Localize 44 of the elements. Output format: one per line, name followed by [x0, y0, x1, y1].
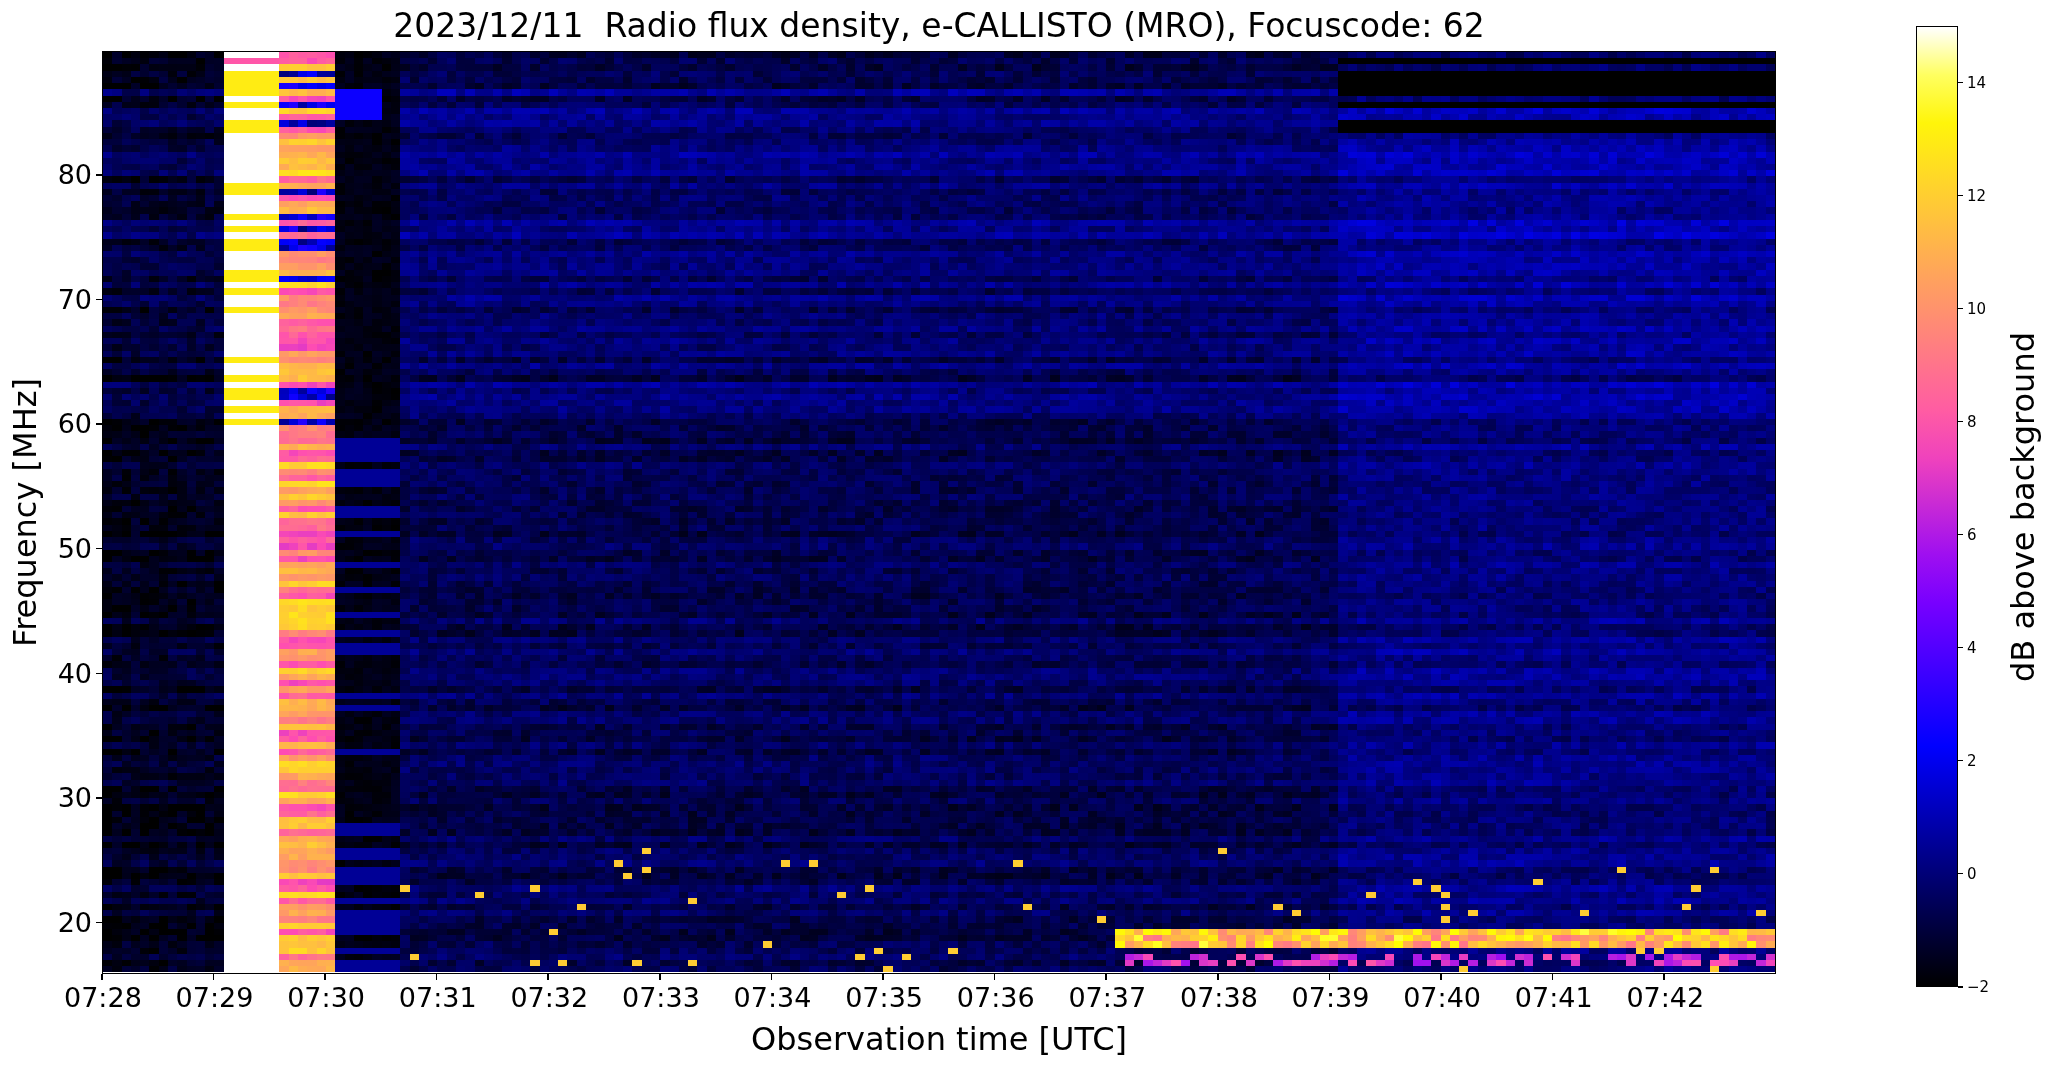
- tick-mark: [1958, 307, 1963, 310]
- tick-label: 6: [1967, 525, 1977, 544]
- tick-label: 0: [1967, 864, 1977, 883]
- tick-label: 07:40: [1403, 982, 1481, 1013]
- tick-label: 8: [1967, 412, 1977, 431]
- tick-label: 07:33: [622, 982, 700, 1013]
- axis-label: dB above background: [2004, 331, 2042, 682]
- tick-mark: [1958, 81, 1963, 83]
- tick-mark: [1958, 533, 1963, 536]
- tick-label: 10: [1967, 299, 1987, 318]
- tick-mark: [1958, 194, 1963, 197]
- tick-label: 07:35: [845, 982, 923, 1013]
- tick-label: 07:28: [64, 982, 142, 1013]
- tick-label: 12: [1967, 186, 1987, 205]
- tick-label: 30: [57, 782, 92, 814]
- tick-label: 07:38: [1180, 982, 1258, 1013]
- tick-label: 07:30: [287, 982, 365, 1013]
- tick-label: 07:41: [1514, 982, 1593, 1013]
- tick-mark: [1958, 420, 1963, 423]
- chart-title: 2023/12/11 Radio flux density, e-CALLISTO (MRO), Focuscode: 62: [392, 5, 1486, 47]
- tick-mark: [1958, 872, 1963, 875]
- tick-mark: [1958, 986, 1963, 988]
- tick-label: −2: [1967, 978, 1990, 996]
- tick-label: 80: [57, 159, 92, 190]
- axis-label: Frequency [MHz]: [6, 378, 44, 647]
- tick-label: 60: [57, 408, 92, 440]
- tick-label: 40: [57, 657, 92, 689]
- tick-mark: [1958, 646, 1963, 649]
- tick-label: 2: [1967, 751, 1977, 770]
- tick-label: 14: [1967, 73, 1987, 92]
- tick-mark: [1958, 759, 1963, 762]
- tick-label: 07:34: [733, 982, 812, 1013]
- axis-label: Observation time [UTC]: [751, 1020, 1127, 1058]
- tick-label: 4: [1967, 638, 1977, 657]
- tick-label: 07:29: [175, 982, 254, 1013]
- tick-label: 07:42: [1626, 982, 1705, 1013]
- tick-label: 07:32: [510, 982, 589, 1013]
- tick-label: 07:37: [1068, 982, 1147, 1013]
- tick-label: 20: [57, 906, 92, 938]
- tick-label: 07:39: [1291, 982, 1370, 1013]
- tick-label: 70: [57, 283, 92, 315]
- tick-label: 07:36: [956, 982, 1035, 1013]
- tick-label: 50: [57, 532, 92, 564]
- tick-label: 07:31: [398, 982, 477, 1013]
